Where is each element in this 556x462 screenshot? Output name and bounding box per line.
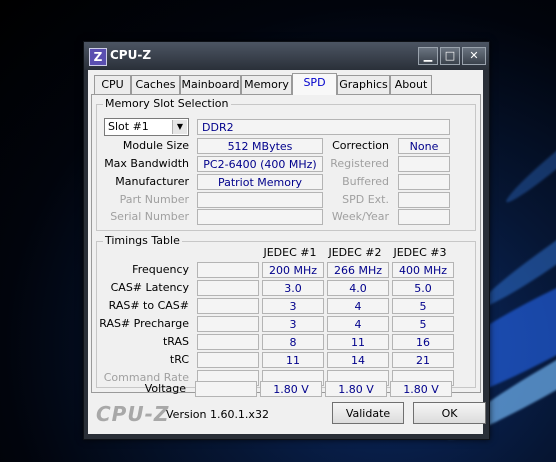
timing-spacer-cell (197, 352, 259, 368)
chevron-down-icon[interactable]: ▼ (172, 120, 187, 134)
timing-spacer-cell (197, 262, 259, 278)
minimize-icon: ▁ (423, 49, 433, 62)
buffered-label: Buffered (342, 175, 389, 188)
timing-cell (327, 370, 389, 386)
part-number-label: Part Number (119, 193, 189, 206)
trc-label: tRC (169, 353, 189, 366)
jedec-1-header: JEDEC #1 (263, 246, 317, 259)
tab-about[interactable]: About (390, 75, 432, 94)
slot-select[interactable]: Slot #1 ▼ (104, 118, 189, 136)
timing-cell: 5.0 (392, 280, 454, 296)
memory-slot-selection-label: Memory Slot Selection (103, 97, 231, 110)
manufacturer-value: Patriot Memory (197, 174, 323, 190)
client-area: CPU Caches Mainboard Memory SPD Graphics… (88, 70, 486, 434)
week-year-label: Week/Year (331, 210, 389, 223)
memory-slot-selection-group: Memory Slot Selection Slot #1 ▼ DDR2 Mod… (96, 97, 476, 231)
timing-cell: 11 (327, 334, 389, 350)
registered-label: Registered (330, 157, 389, 170)
ras-to-cas-label: RAS# to CAS# (108, 299, 189, 312)
registered-value (398, 156, 450, 172)
timing-cell: 4 (327, 298, 389, 314)
timing-cell: 200 MHz (262, 262, 324, 278)
timing-cell: 5 (392, 298, 454, 314)
timing-cell: 16 (392, 334, 454, 350)
timing-cell: 14 (327, 352, 389, 368)
timing-spacer-cell (197, 334, 259, 350)
timings-table-group: Timings Table JEDEC #1 JEDEC #2 JEDEC #3… (96, 234, 476, 388)
part-number-value (197, 192, 323, 208)
tab-bar: CPU Caches Mainboard Memory SPD Graphics… (88, 70, 483, 95)
close-button[interactable]: ✕ (462, 47, 486, 65)
cpuz-window: Z CPU-Z ▁ □ ✕ CPU Caches Mainboard Memor… (83, 41, 490, 440)
app-icon: Z (89, 48, 107, 66)
memory-type-value: DDR2 (197, 119, 450, 135)
buffered-value (398, 174, 450, 190)
jedec-2-header: JEDEC #2 (328, 246, 382, 259)
tab-spd[interactable]: SPD (292, 73, 337, 95)
close-icon: ✕ (469, 49, 479, 62)
tab-caches[interactable]: Caches (131, 75, 180, 94)
timing-spacer-cell (197, 316, 259, 332)
timing-cell: 5 (392, 316, 454, 332)
timing-cell: 400 MHz (392, 262, 454, 278)
serial-number-value (197, 209, 323, 225)
serial-number-label: Serial Number (110, 210, 189, 223)
timing-cell (392, 370, 454, 386)
correction-value: None (398, 138, 450, 154)
ras-precharge-label: RAS# Precharge (99, 317, 189, 330)
timing-spacer-cell (197, 298, 259, 314)
spd-ext-value (398, 192, 450, 208)
timing-cell: 3 (262, 298, 324, 314)
cpuz-logo: CPU-Z (96, 402, 170, 426)
max-bandwidth-value: PC2-6400 (400 MHz) (197, 156, 323, 172)
title-bar[interactable]: Z CPU-Z ▁ □ ✕ (84, 42, 489, 70)
command-rate-label: Command Rate (103, 371, 189, 384)
wallpaper-light-streak (501, 106, 556, 208)
correction-label: Correction (332, 139, 389, 152)
cas-latency-label: CAS# Latency (110, 281, 189, 294)
timing-cell: 3 (262, 316, 324, 332)
week-year-value (398, 209, 450, 225)
tab-cpu[interactable]: CPU (94, 75, 131, 94)
slot-select-value: Slot #1 (108, 120, 149, 133)
timing-spacer-cell (197, 370, 259, 386)
window-title: CPU-Z (110, 48, 152, 62)
timing-cell: 4.0 (327, 280, 389, 296)
timings-table-label: Timings Table (103, 234, 182, 247)
tab-memory[interactable]: Memory (241, 75, 292, 94)
timing-cell: 21 (392, 352, 454, 368)
timing-cell: 8 (262, 334, 324, 350)
maximize-button[interactable]: □ (440, 47, 460, 65)
timing-cell: 266 MHz (327, 262, 389, 278)
manufacturer-label: Manufacturer (115, 175, 189, 188)
max-bandwidth-label: Max Bandwidth (104, 157, 189, 170)
tab-graphics[interactable]: Graphics (337, 75, 390, 94)
timing-cell: 11 (262, 352, 324, 368)
maximize-icon: □ (444, 49, 456, 62)
module-size-value: 512 MBytes (197, 138, 323, 154)
version-label: Version 1.60.1.x32 (166, 408, 269, 421)
jedec-3-header: JEDEC #3 (393, 246, 447, 259)
spd-panel: Memory Slot Selection Slot #1 ▼ DDR2 Mod… (91, 94, 481, 393)
module-size-label: Module Size (122, 139, 189, 152)
minimize-button[interactable]: ▁ (418, 47, 438, 65)
validate-button[interactable]: Validate (332, 402, 404, 424)
ok-button[interactable]: OK (413, 402, 486, 424)
timing-spacer-cell (197, 280, 259, 296)
spd-ext-label: SPD Ext. (342, 193, 389, 206)
tras-label: tRAS (162, 335, 189, 348)
frequency-label: Frequency (132, 263, 189, 276)
tab-mainboard[interactable]: Mainboard (180, 75, 241, 94)
timing-cell (262, 370, 324, 386)
timing-cell: 4 (327, 316, 389, 332)
footer-bar: CPU-Z Version 1.60.1.x32 Validate OK (88, 396, 486, 434)
timing-cell: 3.0 (262, 280, 324, 296)
